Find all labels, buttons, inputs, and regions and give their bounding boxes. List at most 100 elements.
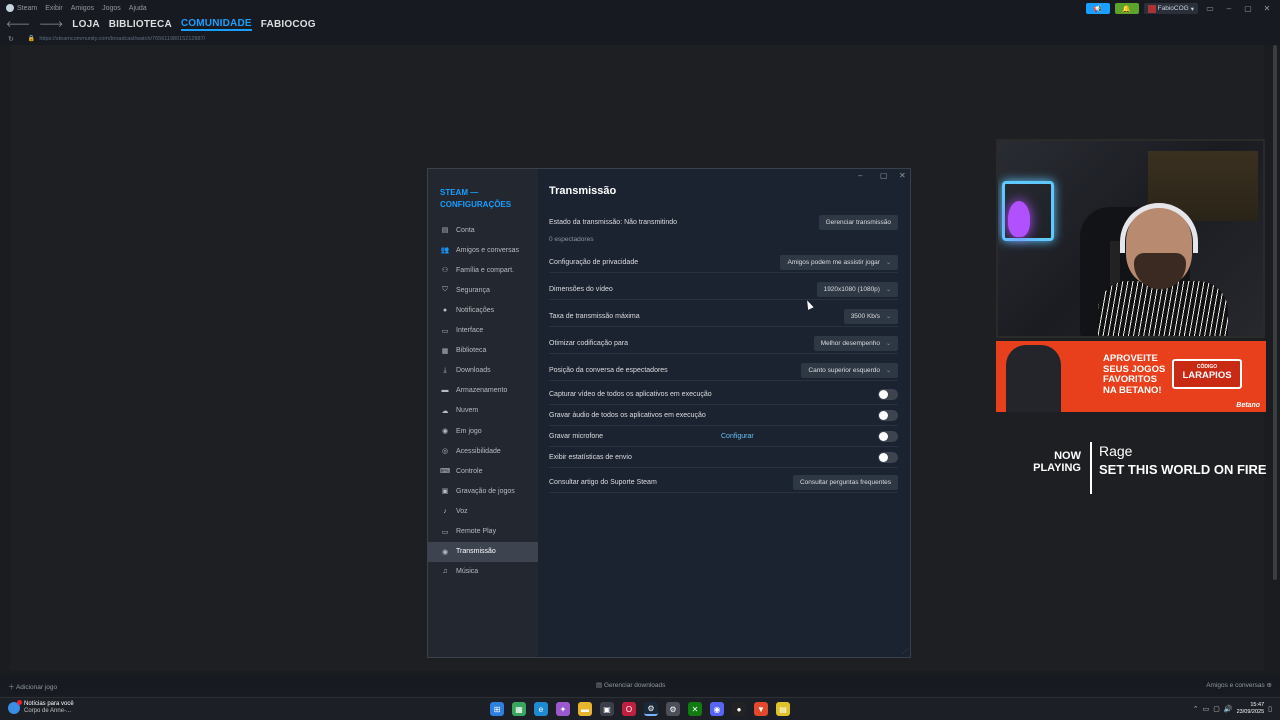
notifications-icon[interactable]: 🔔 xyxy=(1114,3,1139,14)
store-icon[interactable]: ▣ xyxy=(600,702,614,716)
encoding-row: Otimizar codificação para Melhor desempe… xyxy=(549,334,898,354)
sidebar-item-remote-play[interactable]: ▭ Remote Play xyxy=(428,522,538,542)
news-widget[interactable]: Notícias para você Corpo de Anne-... xyxy=(8,700,74,715)
menu-jogos[interactable]: Jogos xyxy=(102,5,121,12)
network-icon[interactable]: ▭ xyxy=(1203,705,1210,713)
page-scrollbar[interactable] xyxy=(1273,45,1277,580)
chat-position-dropdown[interactable]: Canto superior esquerdo ⌄ xyxy=(801,363,898,378)
manage-downloads-button[interactable]: ▤ Gerenciar downloads xyxy=(596,681,665,689)
friends-chat-button[interactable]: Amigos e conversas ⊕ xyxy=(1206,681,1272,689)
chevron-up-icon[interactable]: ⌃ xyxy=(1193,705,1199,713)
sidebar-item-seguran-a[interactable]: ⛉ Segurança xyxy=(428,280,538,300)
sidebar-item-armazenamento[interactable]: ▬ Armazenamento xyxy=(428,381,538,401)
sidebar-item-transmiss-o[interactable]: ◉ Transmissão xyxy=(428,541,538,562)
broadcast-icon[interactable]: 📢 xyxy=(1085,3,1110,14)
sidebar-icon: ◉ xyxy=(441,548,449,556)
add-game-button[interactable]: ＋ Adicionar jogo xyxy=(8,681,57,691)
notification-center-icon[interactable]: ▯ xyxy=(1268,705,1272,713)
sidebar-item-downloads[interactable]: ⤓ Downloads xyxy=(428,361,538,381)
file-explorer-icon[interactable]: ▬ xyxy=(578,702,592,716)
tab-biblioteca[interactable]: BIBLIOTECA xyxy=(109,19,172,30)
sidebar-icon: ▬ xyxy=(441,387,449,395)
configure-mic-link[interactable]: Configurar xyxy=(721,433,754,440)
windows-start-icon[interactable]: ⊞ xyxy=(490,702,504,716)
big-picture-icon[interactable]: ▭ xyxy=(1203,4,1217,13)
record-mic-toggle[interactable] xyxy=(878,431,898,442)
encoding-dropdown[interactable]: Melhor desempenho ⌄ xyxy=(813,336,898,351)
url-text[interactable]: https://steamcommunity.com/broadcast/wat… xyxy=(39,36,205,42)
system-tray: ⌃ ▭ ▢ 🔊 15:47 23/09/2025 ▯ xyxy=(1193,702,1272,716)
forward-arrow-icon[interactable]: 🡒 xyxy=(39,19,63,30)
sidebar-item-label: Armazenamento xyxy=(456,387,508,395)
copilot-icon[interactable]: ✦ xyxy=(556,702,570,716)
show-stats-toggle[interactable] xyxy=(878,452,898,463)
display-icon[interactable]: ▢ xyxy=(1213,705,1220,713)
steam-taskbar-icon[interactable]: ⚙ xyxy=(644,702,658,716)
opera-icon[interactable]: O xyxy=(622,702,636,716)
bitrate-dropdown[interactable]: 3500 Kb/s ⌄ xyxy=(843,309,898,324)
sidebar-item-biblioteca[interactable]: ▦ Biblioteca xyxy=(428,341,538,361)
show-stats-row: Exibir estatísticas de envio xyxy=(549,448,898,468)
volume-icon[interactable]: 🔊 xyxy=(1224,705,1233,713)
sidebar-icon: ▭ xyxy=(441,528,449,536)
widgets-icon[interactable]: ▦ xyxy=(512,702,526,716)
privacy-dropdown[interactable]: Amigos podem me assistir jogar ⌄ xyxy=(780,255,898,270)
user-menu[interactable]: FabioCOG ▾ xyxy=(1143,3,1198,14)
dialog-close-icon[interactable]: ✕ xyxy=(899,171,906,180)
sidebar-item-voz[interactable]: ♪ Voz xyxy=(428,501,538,521)
tab-fabiocog[interactable]: FABIOCOG xyxy=(261,19,316,30)
tab-loja[interactable]: LOJA xyxy=(72,19,99,30)
menu-amigos[interactable]: Amigos xyxy=(71,5,94,12)
discord-icon[interactable]: ◉ xyxy=(710,702,724,716)
minimize-icon[interactable]: – xyxy=(1222,4,1236,13)
sidebar-item-controle[interactable]: ⌨ Controle xyxy=(428,461,538,481)
obs-icon[interactable]: ● xyxy=(732,702,746,716)
sidebar-item-m-sica[interactable]: ♫ Música xyxy=(428,562,538,582)
now-playing-line-2: PLAYING xyxy=(1033,462,1081,474)
dialog-maximize-icon[interactable]: ▢ xyxy=(880,171,888,180)
edge-icon[interactable]: e xyxy=(534,702,548,716)
brave-icon[interactable]: ▼ xyxy=(754,702,768,716)
sidebar-item-amigos-e-conversas[interactable]: 👥 Amigos e conversas xyxy=(428,240,538,260)
menu-steam[interactable]: Steam xyxy=(17,5,37,12)
sidebar-item-grava-o-de-jogos[interactable]: ▣ Gravação de jogos xyxy=(428,481,538,501)
promo-code: LARAPIOS xyxy=(1182,370,1232,381)
menu-exibir[interactable]: Exibir xyxy=(45,5,63,12)
sidebar-item-notifica-es[interactable]: ● Notificações xyxy=(428,300,538,320)
sidebar-icon: ⌨ xyxy=(440,468,451,476)
sidebar-item-nuvem[interactable]: ☁ Nuvem xyxy=(428,401,538,421)
chat-position-value: Canto superior esquerdo xyxy=(808,367,880,374)
clock-time: 15:47 xyxy=(1250,702,1265,708)
dimensions-value: 1920x1080 (1080p) xyxy=(823,286,880,293)
dialog-minimize-icon[interactable]: – xyxy=(858,171,862,180)
sidebar-item-label: Controle xyxy=(456,467,483,475)
maximize-icon[interactable]: ▢ xyxy=(1241,4,1255,13)
dimensions-dropdown[interactable]: 1920x1080 (1080p) ⌄ xyxy=(816,282,898,297)
settings-gear-icon[interactable]: ⚙ xyxy=(666,702,680,716)
xbox-icon[interactable]: ✕ xyxy=(688,702,702,716)
refresh-icon[interactable]: ↻ xyxy=(8,35,14,43)
now-playing-artist: Rage xyxy=(1099,443,1133,459)
banner-line-4: NA BETANO! xyxy=(1103,384,1162,396)
back-arrow-icon[interactable]: 🡐 xyxy=(6,19,30,30)
faq-button[interactable]: Consultar perguntas frequentes xyxy=(792,475,898,490)
viewer-count: 0 espectadores xyxy=(549,236,594,243)
resize-grip-icon[interactable]: ⋰ xyxy=(902,648,908,655)
sidebar-item-conta[interactable]: ▤ Conta xyxy=(428,220,538,240)
privacy-row: Configuração de privacidade Amigos podem… xyxy=(549,253,898,273)
chevron-down-icon: ⌄ xyxy=(885,314,891,320)
clock[interactable]: 15:47 23/09/2025 xyxy=(1237,702,1265,716)
sidebar-item-fam-lia-e-compart-[interactable]: ⚇ Família e compart. xyxy=(428,260,538,280)
capture-video-label: Capturar vídeo de todos os aplicativos e… xyxy=(549,391,712,398)
sidebar-item-interface[interactable]: ▭ Interface xyxy=(428,321,538,341)
sidebar-item-acessibilidade[interactable]: ◎ Acessibilidade xyxy=(428,441,538,461)
record-audio-toggle[interactable] xyxy=(878,410,898,421)
tab-comunidade[interactable]: COMUNIDADE xyxy=(180,18,252,31)
manage-broadcast-button[interactable]: Gerenciar transmissão xyxy=(818,214,898,230)
menu-ajuda[interactable]: Ajuda xyxy=(129,5,147,12)
capture-video-toggle[interactable] xyxy=(878,389,898,400)
notes-icon[interactable]: ▤ xyxy=(776,702,790,716)
close-icon[interactable]: ✕ xyxy=(1260,4,1274,13)
banner-line-3: FAVORITOS xyxy=(1103,374,1158,385)
sidebar-item-em-jogo[interactable]: ◉ Em jogo xyxy=(428,421,538,441)
